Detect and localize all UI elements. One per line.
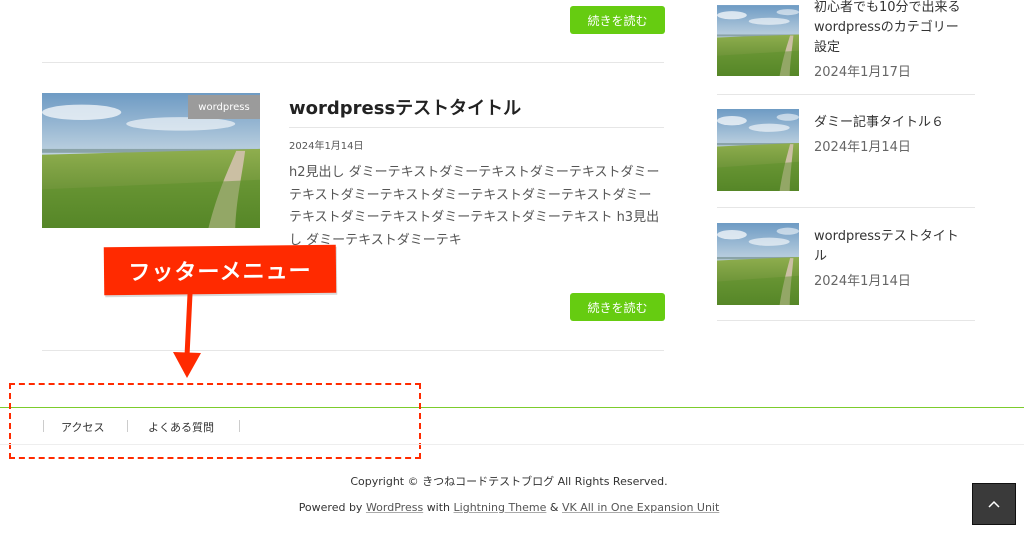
- sidebar-thumbnail[interactable]: [717, 109, 799, 191]
- footer-nav-separator: [239, 420, 240, 432]
- sidebar-title-line: wordpressのカテゴリー: [814, 20, 959, 35]
- with-label: with: [426, 501, 451, 514]
- sidebar-thumbnail[interactable]: [717, 223, 799, 305]
- ampersand-label: &: [549, 501, 559, 514]
- sidebar-post-title[interactable]: 初心者でも10分で出来る wordpressのカテゴリー 設定: [814, 0, 979, 58]
- read-more-button[interactable]: 続きを読む: [570, 293, 665, 321]
- vk-expansion-unit-link[interactable]: VK All in One Expansion Unit: [562, 501, 719, 514]
- back-to-top-button[interactable]: [972, 483, 1016, 525]
- divider: [42, 62, 664, 63]
- copyright-text: Copyright © きつねコードテストブログ All Rights Rese…: [350, 475, 668, 488]
- chevron-up-icon: [988, 500, 1000, 508]
- sidebar-title-line: 設定: [814, 40, 841, 55]
- category-badge[interactable]: wordpress: [188, 95, 260, 119]
- sidebar-post-title[interactable]: wordpressテストタイト ル: [814, 227, 979, 267]
- footer-nav-faq[interactable]: よくある質問: [148, 419, 214, 435]
- footer-nav-separator: [43, 420, 44, 432]
- wordpress-link[interactable]: WordPress: [366, 501, 423, 514]
- sidebar-post-title[interactable]: ダミー記事タイトル６: [814, 113, 979, 133]
- read-more-button[interactable]: 続きを読む: [570, 6, 665, 34]
- sidebar-divider: [717, 94, 975, 95]
- powered-by-text: Powered by WordPress with Lightning Them…: [0, 501, 1018, 514]
- sidebar-post-date: 2024年1月14日: [814, 274, 911, 289]
- annotation-arrow-icon: [173, 291, 201, 378]
- sidebar-title-line: 初心者でも10分で出来る: [814, 0, 961, 15]
- post-excerpt: h2見出し ダミーテキストダミーテキストダミーテキストダミーテキストダミーテキス…: [289, 165, 660, 248]
- annotation-callout: フッターメニュー: [103, 244, 337, 296]
- footer-nav-separator: [127, 420, 128, 432]
- post-date: 2024年1月14日: [289, 141, 364, 152]
- divider: [42, 350, 664, 351]
- footer-divider: [0, 444, 1024, 445]
- sidebar-divider: [717, 207, 975, 208]
- post-title[interactable]: wordpressテストタイトル: [289, 94, 521, 120]
- powered-by-label: Powered by: [298, 501, 363, 514]
- sidebar-post-date: 2024年1月17日: [814, 65, 911, 80]
- sidebar-thumbnail[interactable]: [717, 0, 799, 76]
- lightning-theme-link[interactable]: Lightning Theme: [454, 501, 547, 514]
- sidebar-post-date: 2024年1月14日: [814, 140, 911, 155]
- title-divider: [289, 127, 664, 128]
- footer-nav-access[interactable]: アクセス: [61, 419, 104, 435]
- sidebar-divider: [717, 320, 975, 321]
- sidebar-title-line: wordpressテストタイト: [814, 229, 959, 244]
- sidebar-title-line: ル: [814, 249, 828, 264]
